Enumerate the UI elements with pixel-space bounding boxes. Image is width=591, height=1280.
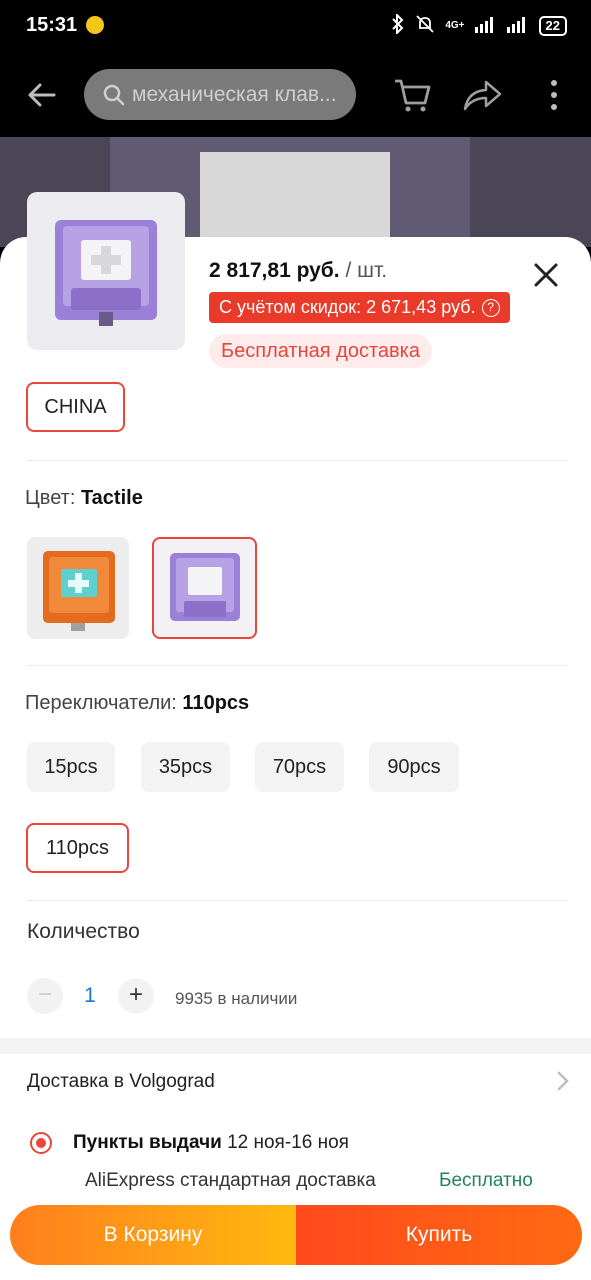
pickup-dates: 12 ноя-16 ноя [227, 1132, 349, 1153]
status-icons: 4G+ 22 [391, 12, 567, 37]
mute-icon [415, 14, 435, 37]
discount-text: С учётом скидок: 2 671,43 руб. [219, 297, 476, 317]
shipping-price: Бесплатно [439, 1170, 533, 1191]
free-shipping-badge: Бесплатная доставка [209, 334, 432, 368]
buy-now-button[interactable]: Купить [296, 1205, 582, 1265]
top-app-bar: механическая клав... [0, 55, 591, 137]
status-bar: 15:31 4G+ 22 [0, 0, 591, 55]
switches-label: Переключатели: 110pcs [25, 692, 249, 715]
delivery-option-radio[interactable] [30, 1132, 52, 1154]
add-to-cart-button[interactable]: В Корзину [10, 1205, 296, 1265]
divider [27, 900, 568, 901]
switches-label-text: Переключатели: [25, 692, 177, 714]
battery-icon: 22 [538, 15, 567, 36]
divider [27, 665, 568, 666]
quantity-label: Количество [27, 920, 140, 943]
product-thumbnail [27, 192, 185, 350]
switch-option-110pcs[interactable]: 110pcs [26, 823, 129, 873]
notification-app-icon [86, 16, 104, 34]
share-icon[interactable] [462, 77, 502, 113]
search-placeholder: механическая клав... [132, 82, 337, 106]
section-separator [0, 1038, 591, 1054]
stock-count: 9935 в наличии [175, 989, 298, 1008]
more-options-icon[interactable] [540, 77, 568, 113]
color-option-tactile-purple[interactable] [152, 537, 257, 639]
pickup-option-title: Пункты выдачи [73, 1132, 222, 1153]
switch-option-70pcs[interactable]: 70pcs [255, 742, 344, 792]
shipping-service: AliExpress стандартная доставка [85, 1170, 376, 1191]
close-icon[interactable] [530, 259, 562, 291]
quantity-increase-button[interactable]: + [118, 978, 154, 1014]
color-label: Цвет: Tactile [25, 487, 143, 510]
back-arrow-icon[interactable] [24, 77, 60, 113]
switch-option-90pcs[interactable]: 90pcs [369, 742, 459, 792]
switch-option-15pcs[interactable]: 15pcs [27, 742, 115, 792]
color-option-orange[interactable] [27, 537, 129, 639]
search-input[interactable]: механическая клав... [84, 69, 356, 120]
bluetooth-icon [391, 12, 405, 37]
quantity-decrease-button[interactable]: − [27, 978, 63, 1014]
color-label-text: Цвет: [25, 487, 76, 509]
signal-icon [474, 15, 497, 36]
ship-from-option-china[interactable]: CHINA [26, 382, 125, 432]
network-label: 4G+ [445, 20, 465, 31]
price-unit: / шт. [345, 259, 388, 282]
pickup-option[interactable]: Пункты выдачи 12 ноя-16 ноя [73, 1132, 349, 1154]
help-icon[interactable]: ? [481, 298, 500, 317]
product-price: 2 817,81 руб. [209, 259, 340, 282]
divider [27, 460, 568, 461]
switches-selected-value: 110pcs [182, 692, 250, 714]
discount-badge: С учётом скидок: 2 671,43 руб. ? [209, 292, 510, 323]
cart-icon[interactable] [392, 75, 432, 115]
price-line: 2 817,81 руб. / шт. [209, 259, 387, 283]
quantity-value[interactable]: 1 [78, 984, 102, 1008]
switch-option-35pcs[interactable]: 35pcs [141, 742, 230, 792]
status-time: 15:31 [26, 14, 78, 36]
search-icon [103, 84, 125, 105]
signal-icon-2 [506, 15, 529, 36]
chevron-right-icon[interactable] [555, 1070, 571, 1092]
color-selected-value: Tactile [80, 487, 143, 509]
delivery-destination[interactable]: Доставка в Volgograd [27, 1071, 215, 1093]
